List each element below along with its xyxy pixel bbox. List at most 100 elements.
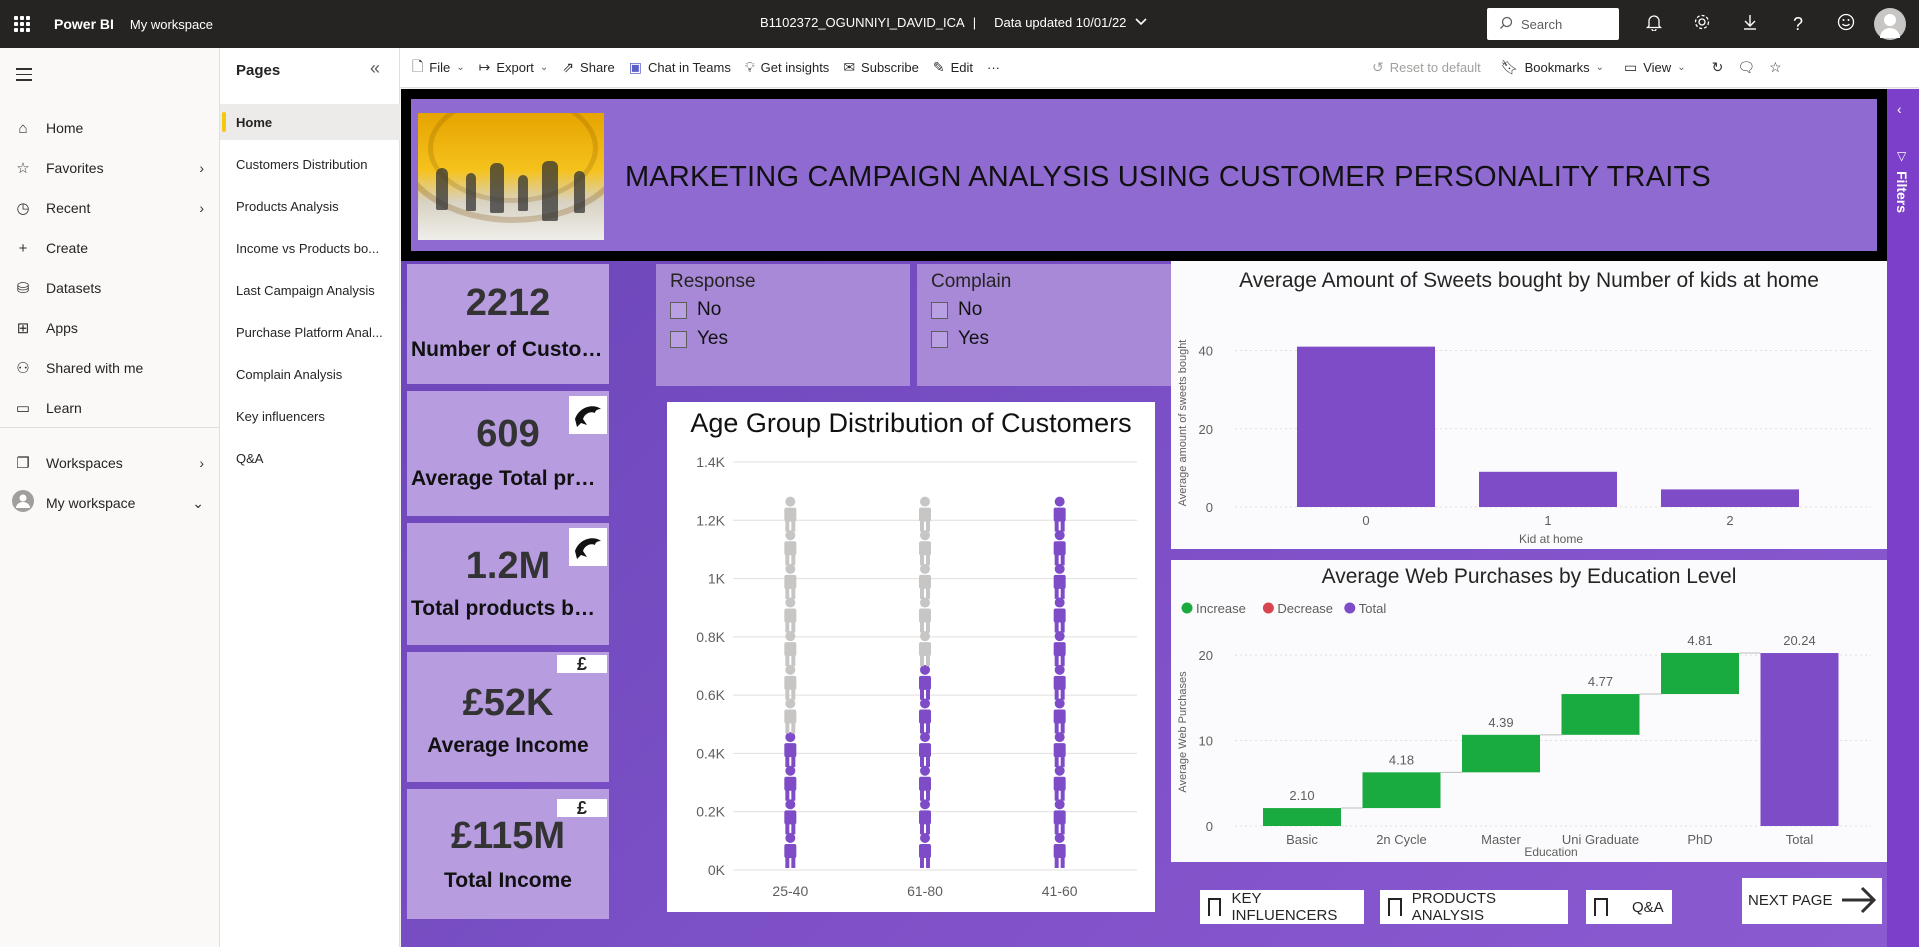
get-insights-button[interactable]: 💡︎ Get insights (745, 59, 829, 76)
waterfall-bar (1263, 808, 1341, 826)
nav-create[interactable]: + Create (0, 228, 220, 268)
checkbox[interactable] (931, 301, 948, 319)
comment-button[interactable]: 🗨︎ (1737, 59, 1755, 76)
y-axis-label: Average Web Purchases (1177, 671, 1189, 793)
nav-favorites[interactable]: ☆ Favorites › (0, 148, 220, 188)
nav-apps[interactable]: ⊞ Apps (0, 308, 220, 348)
page-item-home[interactable]: Home (220, 104, 400, 140)
kpi-label: Number of Customers (411, 338, 609, 361)
button-label: KEY INFLUENCERS (1231, 890, 1338, 924)
nav-workspaces[interactable]: ❐ Workspaces › (0, 443, 220, 483)
checkbox[interactable] (931, 330, 948, 348)
person-icon-mark (919, 597, 931, 633)
bookmarks-menu[interactable]: 🔖︎ Bookmarks ⌄ (1501, 59, 1604, 76)
insights-label: Get insights (760, 60, 830, 75)
next-page-button[interactable]: NEXT PAGE (1742, 878, 1882, 924)
person-icon-mark (919, 664, 931, 700)
app-name[interactable]: Power BI (54, 16, 114, 32)
page-label: Products Analysis (236, 198, 339, 214)
search-input[interactable]: Search (1487, 8, 1619, 40)
nav-label: Shared with me (46, 360, 144, 376)
page-item-complain-analysis[interactable]: Complain Analysis (220, 356, 400, 392)
chevron-down-icon[interactable] (1134, 15, 1148, 30)
nav-home[interactable]: ⌂ Home (0, 108, 220, 148)
checkbox[interactable] (670, 330, 687, 348)
file-menu[interactable]: 🗋 File ⌄ (412, 56, 465, 80)
hamburger-menu-icon[interactable] (16, 68, 32, 85)
person-icon-mark (784, 563, 797, 599)
nav-recent[interactable]: ◷ Recent › (0, 188, 220, 228)
kpi-card-customers[interactable]: 2212 Number of Customers (407, 264, 609, 384)
slicer-option-no[interactable]: No (670, 299, 721, 321)
nav-datasets[interactable]: ⛁ Datasets (0, 268, 220, 308)
checkbox[interactable] (670, 301, 687, 319)
x-tick-label: 2n Cycle (1376, 832, 1427, 847)
download-icon[interactable] (1726, 13, 1774, 36)
waterfall-bar (1661, 652, 1739, 695)
report-title-group[interactable]: B1102372_OGUNNIYI_DAVID_ICA | Data updat… (760, 15, 1148, 30)
slicer-option-no[interactable]: No (931, 299, 982, 321)
favorite-button[interactable]: ☆ (1769, 59, 1782, 76)
kpi-card-total-products[interactable]: 1.2M Total products bought (407, 523, 609, 645)
subscribe-button[interactable]: ✉ Subscribe (843, 59, 919, 76)
legend-marker (1262, 602, 1274, 614)
chevron-left-icon[interactable]: ‹ (1897, 101, 1902, 117)
kpi-card-total-income[interactable]: £ £115M Total Income (407, 789, 609, 919)
person-icon-mark (784, 765, 797, 801)
edit-button[interactable]: ✎ Edit (933, 59, 973, 76)
key-influencers-button[interactable]: KEY INFLUENCERS (1200, 890, 1364, 924)
sweets-by-kids-chart[interactable]: Average Amount of Sweets bought by Numbe… (1171, 261, 1887, 549)
option-label: No (958, 299, 983, 320)
nav-label: Workspaces (46, 455, 123, 471)
workspace-link[interactable]: My workspace (130, 17, 213, 32)
smiley-icon[interactable] (1822, 13, 1870, 36)
chevron-right-icon[interactable]: › (199, 455, 204, 471)
export-menu[interactable]: ↦ Export ⌄ (479, 59, 549, 76)
book-icon: ▭ (15, 400, 31, 417)
nav-label: Create (46, 240, 89, 256)
apps-icon: ⊞ (16, 320, 30, 337)
response-slicer: Response No Yes (656, 264, 910, 386)
nav-shared-with-me[interactable]: ⚇ Shared with me (0, 348, 220, 388)
help-icon[interactable]: ? (1774, 14, 1822, 35)
kpi-card-avg-products[interactable]: 609 Average Total produc... (407, 391, 609, 516)
page-item-last-campaign[interactable]: Last Campaign Analysis (220, 272, 400, 308)
bookmark-icon (1208, 898, 1222, 918)
y-tick-label: 0.8K (696, 629, 725, 645)
person-icon-mark (919, 799, 931, 835)
refresh-button[interactable]: ↻ (1712, 59, 1724, 76)
share-button[interactable]: ⇗ Share (562, 59, 614, 76)
chevron-right-icon[interactable]: › (199, 200, 204, 216)
page-item-key-influencers[interactable]: Key influencers (220, 398, 400, 434)
page-item-customers-distribution[interactable]: Customers Distribution (220, 146, 400, 182)
chat-in-teams-button[interactable]: ▣ Chat in Teams (629, 59, 731, 76)
collapse-pane-icon[interactable]: « (370, 58, 380, 79)
more-label: ··· (987, 60, 1000, 75)
age-group-chart[interactable]: Age Group Distribution of Customers 0K 0.… (667, 402, 1155, 912)
user-avatar[interactable] (1874, 8, 1906, 40)
report-title: MARKETING CAMPAIGN ANALYSIS USING CUSTOM… (625, 161, 1711, 193)
more-options-button[interactable]: ··· (987, 60, 1000, 75)
page-item-qa[interactable]: Q&A (220, 440, 400, 476)
qa-button[interactable]: Q&A (1586, 890, 1672, 924)
page-item-income-vs-products[interactable]: Income vs Products bo... (220, 230, 400, 266)
nav-my-workspace[interactable]: My workspace ⌄ (0, 483, 220, 523)
data-label: 20.24 (1783, 633, 1816, 648)
page-item-products-analysis[interactable]: Products Analysis (220, 188, 400, 224)
slicer-option-yes[interactable]: Yes (670, 328, 728, 350)
gear-icon[interactable] (1678, 13, 1726, 36)
app-launcher-icon[interactable] (0, 0, 44, 48)
kpi-card-avg-income[interactable]: £ £52K Average Income (407, 652, 609, 782)
web-purchases-waterfall-chart[interactable]: Average Web Purchases by Education Level… (1171, 560, 1887, 862)
slicer-option-yes[interactable]: Yes (931, 328, 989, 350)
nav-learn[interactable]: ▭ Learn (0, 388, 220, 428)
page-item-purchase-platform[interactable]: Purchase Platform Anal... (220, 314, 400, 350)
chevron-right-icon[interactable]: › (199, 160, 204, 176)
filters-pane[interactable]: ‹ ▽ Filters (1887, 89, 1919, 947)
products-analysis-button[interactable]: PRODUCTS ANALYSIS (1380, 890, 1568, 924)
chevron-down-icon[interactable]: ⌄ (192, 495, 204, 512)
person-icon-mark (919, 530, 931, 566)
bell-icon[interactable] (1630, 13, 1678, 36)
reset-to-default-button[interactable]: ↺ Reset to default (1372, 59, 1481, 76)
view-menu[interactable]: ▭ View ⌄ (1624, 59, 1686, 76)
